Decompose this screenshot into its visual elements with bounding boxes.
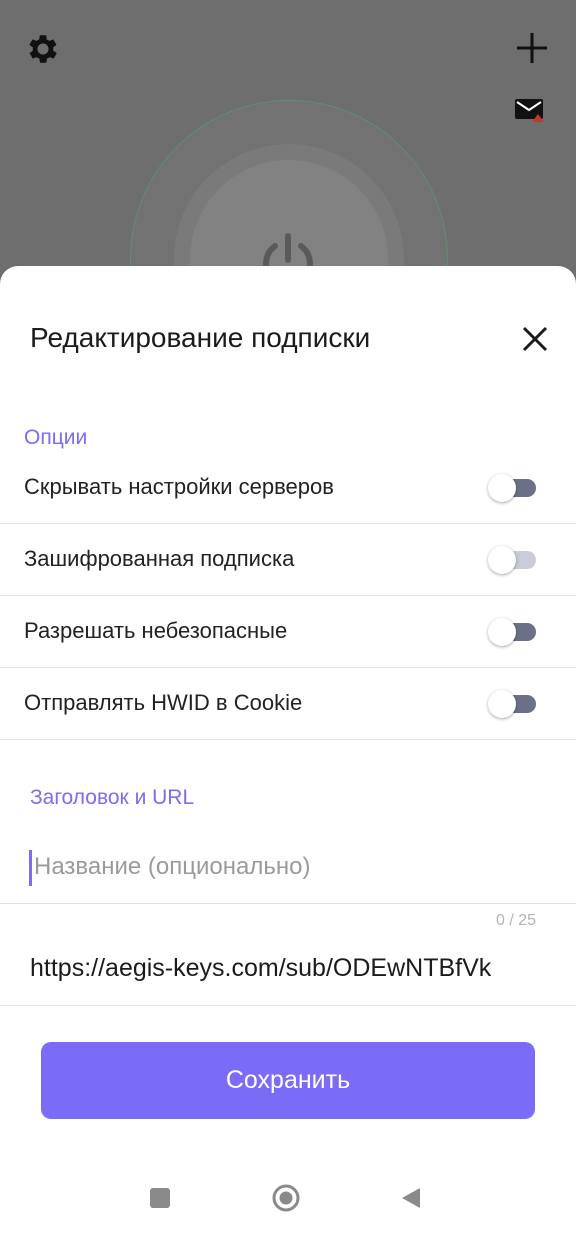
encrypted-subscription-toggle[interactable] [488, 546, 538, 574]
title-url-section-label: Заголовок и URL [30, 786, 195, 809]
options-section-label: Опции [24, 426, 88, 449]
name-field[interactable] [0, 838, 576, 904]
option-label: Зашифрованная подписка [24, 546, 295, 571]
save-button[interactable]: Сохранить [41, 1042, 535, 1119]
option-row-allow-insecure[interactable]: Разрешать небезопасные [0, 596, 576, 668]
background-app [0, 0, 576, 300]
option-label: Разрешать небезопасные [24, 618, 288, 643]
sheet-title: Редактирование подписки [30, 322, 371, 353]
option-row-send-hwid-cookie[interactable]: Отправлять HWID в Cookie [0, 668, 576, 740]
option-row-encrypted-subscription[interactable]: Зашифрованная подписка [0, 524, 576, 596]
recent-apps-icon[interactable] [150, 1188, 170, 1208]
option-label: Скрывать настройки серверов [24, 474, 334, 499]
edit-subscription-sheet: Редактирование подписки Опции Скрывать н… [0, 266, 576, 1233]
name-input[interactable] [34, 844, 554, 890]
send-hwid-cookie-toggle[interactable] [488, 690, 538, 718]
mail-icon [515, 99, 544, 122]
url-input[interactable]: https://aegis-keys.com/sub/ODEwNTBfVk [30, 954, 548, 983]
text-caret [29, 850, 32, 886]
url-field[interactable]: https://aegis-keys.com/sub/ODEwNTBfVk [0, 942, 576, 1006]
close-icon[interactable] [518, 322, 552, 356]
hide-server-settings-toggle[interactable] [488, 474, 538, 502]
name-char-counter: 0 / 25 [496, 912, 537, 929]
plus-icon [517, 33, 547, 63]
option-label: Отправлять HWID в Cookie [24, 690, 303, 715]
allow-insecure-toggle[interactable] [488, 618, 538, 646]
home-icon[interactable] [272, 1184, 300, 1212]
back-icon[interactable] [400, 1186, 422, 1210]
gear-icon [29, 35, 57, 63]
option-row-hide-server-settings[interactable]: Скрывать настройки серверов [0, 452, 576, 524]
